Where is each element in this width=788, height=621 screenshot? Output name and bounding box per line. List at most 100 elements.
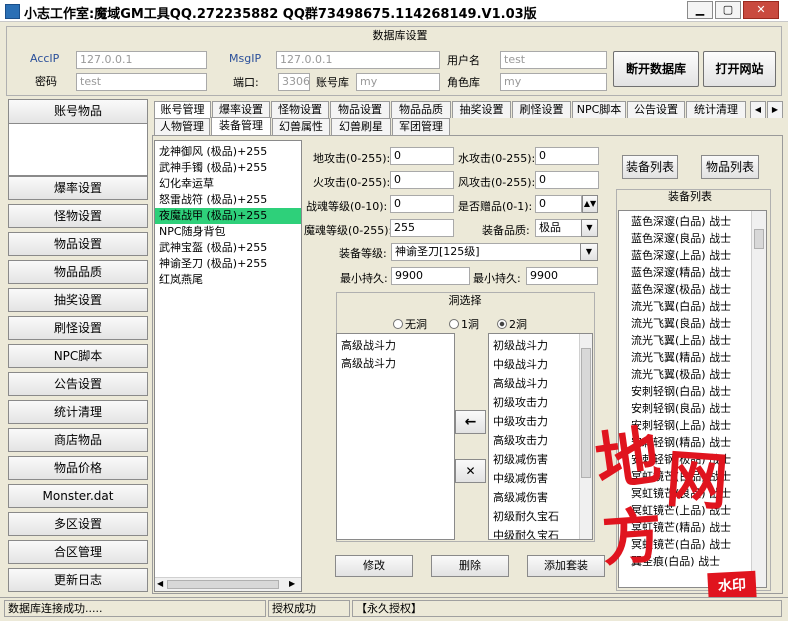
list-item[interactable]: 武神手镯 (极品)+255 bbox=[155, 160, 301, 176]
scroll-thumb[interactable] bbox=[754, 229, 764, 249]
port-input[interactable]: 3306 bbox=[278, 73, 310, 91]
subtab-legion[interactable]: 军团管理 bbox=[392, 118, 450, 135]
list-item[interactable]: 初级攻击力 bbox=[489, 393, 592, 412]
equip-list-button[interactable]: 装备列表 bbox=[622, 155, 678, 179]
min-durability-input[interactable]: 9900 bbox=[391, 267, 470, 285]
list-item[interactable]: 初级耐久宝石 bbox=[489, 507, 592, 526]
list-item[interactable]: 安刺轻钢(良品) 战士 bbox=[619, 400, 766, 417]
list-item[interactable]: 蓝色深邃(白品) 战士 bbox=[619, 213, 766, 230]
account-db-input[interactable]: my bbox=[356, 73, 440, 91]
minimize-button[interactable]: ▁ bbox=[687, 1, 713, 19]
sidebar-item-multi-zone[interactable]: 多区设置 bbox=[8, 512, 148, 536]
radio-icon-selected[interactable] bbox=[497, 319, 507, 329]
list-item[interactable]: 蓝色深邃(极品) 战士 bbox=[619, 281, 766, 298]
water-attack-input[interactable]: 0 bbox=[535, 147, 599, 165]
sidebar-item-shop-items[interactable]: 商店物品 bbox=[8, 428, 148, 452]
list-item[interactable]: 蓝色深邃(上品) 战士 bbox=[619, 247, 766, 264]
list-item[interactable]: 流光飞翼(精品) 战士 bbox=[619, 349, 766, 366]
chevron-down-icon[interactable]: ▼ bbox=[580, 243, 598, 261]
sidebar-item-announcement[interactable]: 公告设置 bbox=[8, 372, 148, 396]
tab-drop-rate[interactable]: 爆率设置 bbox=[212, 101, 270, 118]
tab-npc-script[interactable]: NPC脚本 bbox=[572, 101, 626, 118]
list-item[interactable]: 武神宝盔 (极品)+255 bbox=[155, 240, 301, 256]
tab-lottery[interactable]: 抽奖设置 bbox=[452, 101, 511, 118]
role-db-input[interactable]: my bbox=[500, 73, 607, 91]
acc-ip-input[interactable]: 127.0.0.1 bbox=[76, 51, 207, 69]
add-gem-button[interactable]: ← bbox=[455, 410, 486, 434]
tab-stats-cleanup[interactable]: 统计清理 bbox=[686, 101, 746, 118]
earth-attack-input[interactable]: 0 bbox=[390, 147, 454, 165]
tab-account-management[interactable]: 账号管理 bbox=[154, 101, 211, 118]
list-item[interactable]: 龙神御风 (极品)+255 bbox=[155, 144, 301, 160]
fire-attack-input[interactable]: 0 bbox=[390, 171, 454, 189]
subtab-pet-stars[interactable]: 幻兽刷星 bbox=[331, 118, 391, 135]
gift-spinner-icon[interactable]: ▲▼ bbox=[582, 195, 598, 213]
list-item[interactable]: 高级战斗力 bbox=[337, 355, 454, 373]
sidebar-item-item-quality[interactable]: 物品品质 bbox=[8, 260, 148, 284]
subtab-character[interactable]: 人物管理 bbox=[154, 118, 210, 135]
remove-gem-button[interactable]: ✕ bbox=[455, 459, 486, 483]
is-gift-input[interactable]: 0 bbox=[535, 195, 582, 213]
radio-one-hole[interactable]: 1洞 bbox=[449, 316, 479, 332]
vertical-scrollbar[interactable] bbox=[751, 211, 766, 587]
tab-spawn[interactable]: 刷怪设置 bbox=[512, 101, 571, 118]
close-button[interactable]: ✕ bbox=[743, 1, 779, 19]
tab-announcement[interactable]: 公告设置 bbox=[627, 101, 685, 118]
radio-icon[interactable] bbox=[449, 319, 459, 329]
available-gems-list[interactable]: 初级战斗力 中级战斗力 高级战斗力 初级攻击力 中级攻击力 高级攻击力 初级减伤… bbox=[488, 333, 593, 540]
max-durability-input[interactable]: 9900 bbox=[526, 267, 598, 285]
list-item[interactable]: 高级战斗力 bbox=[489, 374, 592, 393]
scroll-right-arrow-icon[interactable]: ▶ bbox=[289, 579, 295, 588]
list-item[interactable]: 流光飞翼(白品) 战士 bbox=[619, 298, 766, 315]
password-input[interactable]: test bbox=[76, 73, 207, 91]
sidebar-item-item-price[interactable]: 物品价格 bbox=[8, 456, 148, 480]
list-item[interactable]: 中级战斗力 bbox=[489, 355, 592, 374]
vertical-scrollbar[interactable] bbox=[579, 334, 592, 539]
list-item[interactable]: 怒雷战符 (极品)+255 bbox=[155, 192, 301, 208]
open-website-button[interactable]: 打开网站 bbox=[703, 51, 776, 87]
forge-level-input[interactable]: 0 bbox=[390, 195, 454, 213]
selected-gems-list[interactable]: 高级战斗力 高级战斗力 bbox=[336, 333, 455, 540]
list-item[interactable]: 高级减伤害 bbox=[489, 488, 592, 507]
list-item[interactable]: 流光飞翼(良品) 战士 bbox=[619, 315, 766, 332]
equip-quality-select[interactable]: 极品 bbox=[535, 219, 582, 237]
scroll-thumb[interactable] bbox=[167, 580, 279, 589]
sidebar-item-account-items[interactable]: 账号物品 bbox=[8, 99, 148, 124]
tab-item-quality[interactable]: 物品品质 bbox=[391, 101, 451, 118]
list-item[interactable]: 流光飞翼(上品) 战士 bbox=[619, 332, 766, 349]
msg-ip-input[interactable]: 127.0.0.1 bbox=[276, 51, 440, 69]
maximize-button[interactable]: ▢ bbox=[715, 1, 741, 19]
list-item[interactable]: 高级战斗力 bbox=[337, 337, 454, 355]
soul-level-input[interactable]: 255 bbox=[390, 219, 454, 237]
list-item[interactable]: 高级攻击力 bbox=[489, 431, 592, 450]
sidebar-item-monster[interactable]: 怪物设置 bbox=[8, 204, 148, 228]
list-item[interactable]: 红岚燕尾 bbox=[155, 272, 301, 288]
sidebar-item-drop-rate[interactable]: 爆率设置 bbox=[8, 176, 148, 200]
list-item[interactable]: 中级攻击力 bbox=[489, 412, 592, 431]
tab-scroll-left[interactable]: ◀ bbox=[750, 101, 766, 118]
list-item[interactable]: 中级减伤害 bbox=[489, 469, 592, 488]
list-item[interactable]: 蓝色深邃(良品) 战士 bbox=[619, 230, 766, 247]
list-item[interactable]: 流光飞翼(极品) 战士 bbox=[619, 366, 766, 383]
list-item[interactable]: 初级减伤害 bbox=[489, 450, 592, 469]
radio-icon[interactable] bbox=[393, 319, 403, 329]
tab-item-settings[interactable]: 物品设置 bbox=[330, 101, 390, 118]
item-list-button[interactable]: 物品列表 bbox=[701, 155, 759, 179]
wind-attack-input[interactable]: 0 bbox=[535, 171, 599, 189]
list-item[interactable]: 幻化幸运草 bbox=[155, 176, 301, 192]
sidebar-item-changelog[interactable]: 更新日志 bbox=[8, 568, 148, 592]
scroll-left-arrow-icon[interactable]: ◀ bbox=[157, 579, 163, 588]
radio-no-hole[interactable]: 无洞 bbox=[393, 316, 427, 332]
delete-button[interactable]: 删除 bbox=[431, 555, 509, 577]
sidebar-item-stats-cleanup[interactable]: 统计清理 bbox=[8, 400, 148, 424]
radio-two-holes[interactable]: 2洞 bbox=[497, 316, 527, 332]
sidebar-item-item-settings[interactable]: 物品设置 bbox=[8, 232, 148, 256]
list-item[interactable]: 神谕圣刀 (极品)+255 bbox=[155, 256, 301, 272]
subtab-pet-attributes[interactable]: 幻兽属性 bbox=[272, 118, 330, 135]
list-item-selected[interactable]: 夜魔战甲 (极品)+255 bbox=[155, 208, 301, 224]
sidebar-item-merge-zone[interactable]: 合区管理 bbox=[8, 540, 148, 564]
list-item[interactable]: NPC随身背包 bbox=[155, 224, 301, 240]
tab-scroll-right[interactable]: ▶ bbox=[767, 101, 783, 118]
subtab-equipment[interactable]: 装备管理 bbox=[211, 117, 271, 136]
sidebar-item-spawn[interactable]: 刷怪设置 bbox=[8, 316, 148, 340]
